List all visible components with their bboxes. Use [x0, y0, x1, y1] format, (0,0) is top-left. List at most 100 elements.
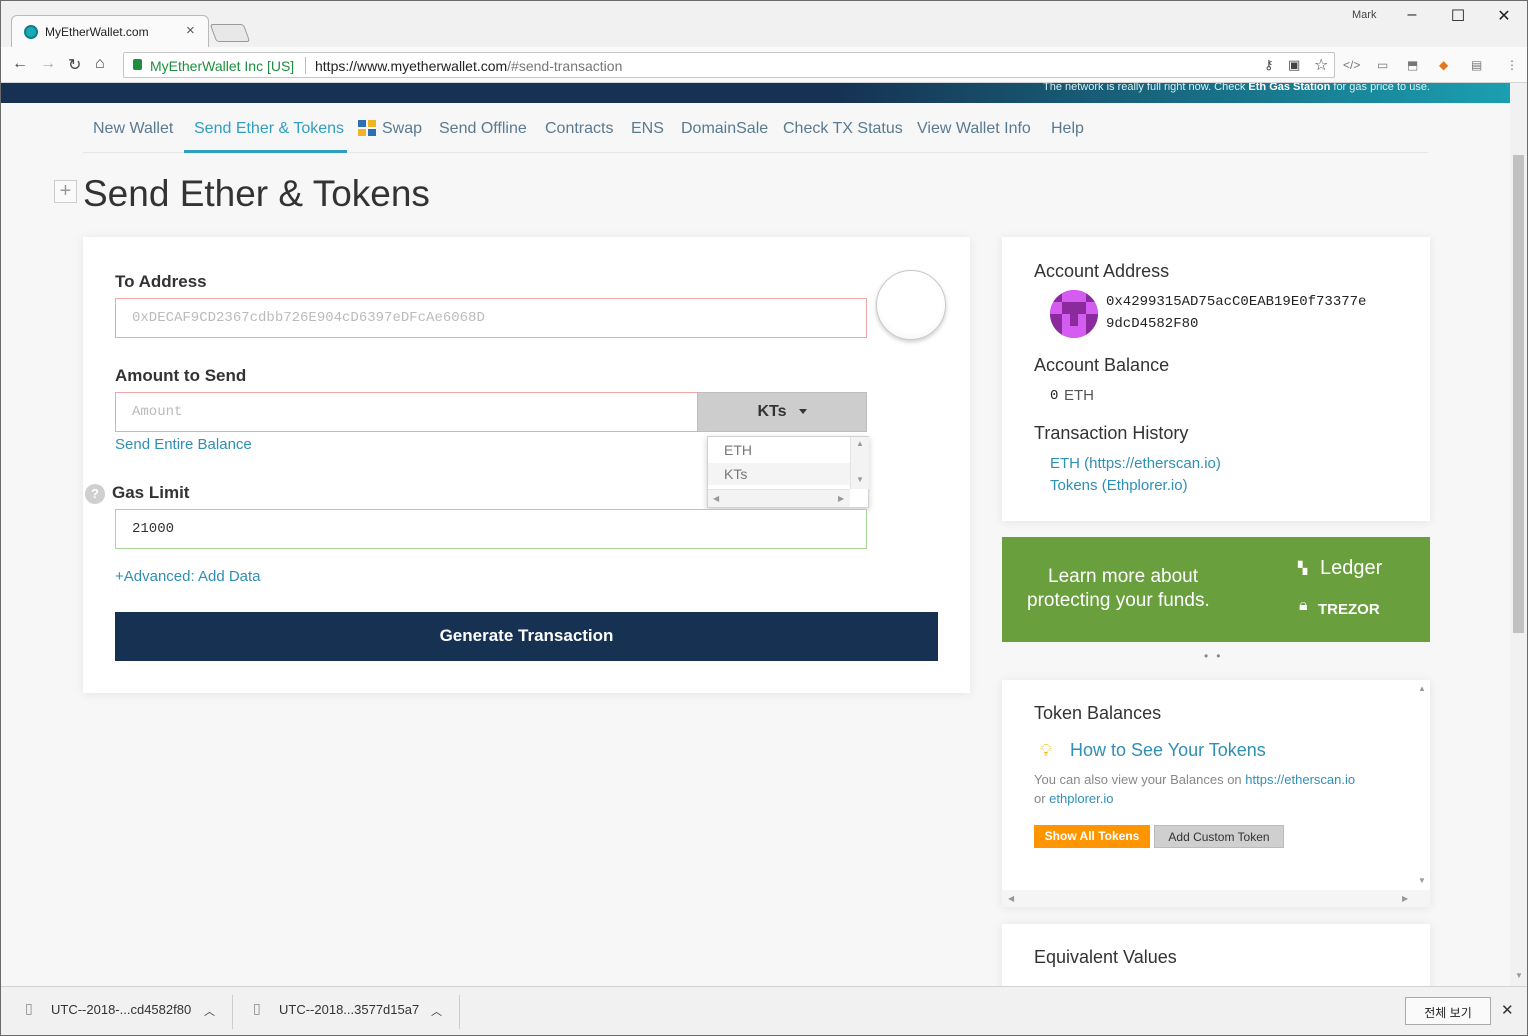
download-item-2[interactable]: UTC--2018...3577d15a7 — [279, 1002, 419, 1017]
show-all-downloads-button[interactable]: 전체 보기 — [1405, 997, 1491, 1025]
nav-check-tx-status[interactable]: Check TX Status — [783, 120, 903, 138]
forward-icon[interactable]: → — [40, 55, 56, 73]
gas-limit-label: Gas Limit — [112, 483, 190, 502]
carousel-dots[interactable]: •• — [1204, 649, 1228, 663]
amount-input[interactable]: Amount — [115, 392, 698, 432]
address-bar[interactable]: MyEtherWallet Inc [US] https://www.myeth… — [123, 52, 1335, 78]
maximize-icon[interactable]: ☐ — [1443, 6, 1473, 26]
lightbulb-icon: 💡︎ — [1040, 741, 1052, 760]
nav-new-wallet[interactable]: New Wallet — [93, 120, 173, 138]
gas-limit-input[interactable]: 21000 — [115, 509, 867, 549]
nav-send-offline[interactable]: Send Offline — [439, 120, 527, 138]
how-to-see-tokens-link[interactable]: How to See Your Tokens — [1070, 740, 1266, 761]
close-downloads-icon[interactable]: ✕ — [1501, 1001, 1514, 1019]
nav-domainsale[interactable]: DomainSale — [681, 120, 768, 138]
browser-tab[interactable]: MyEtherWallet.com × — [11, 15, 209, 47]
pdf-ext-icon[interactable]: ⬒ — [1407, 58, 1418, 72]
metamask-fox-icon[interactable]: ◆ — [1439, 58, 1448, 72]
scroll-down-icon[interactable]: ▼ — [1515, 971, 1523, 980]
page-viewport: The network is really full right now. Ch… — [1, 83, 1510, 986]
account-identicon — [1050, 290, 1098, 338]
translate-icon[interactable]: ▣ — [1288, 57, 1300, 73]
swap-icon — [358, 120, 376, 136]
scroll-right-icon[interactable]: ▶ — [838, 494, 844, 503]
dropdown-horizontal-scrollbar[interactable]: ◀ ▶ — [708, 489, 850, 507]
token-card-vscroll[interactable]: ▲ ▼ — [1414, 680, 1430, 890]
divider — [305, 57, 306, 74]
account-balance-unit: ETH — [1064, 387, 1094, 404]
close-window-icon[interactable]: ✕ — [1489, 6, 1519, 26]
devtools-ext-icon[interactable]: </> — [1343, 58, 1360, 72]
tab-close-icon[interactable]: × — [186, 22, 195, 39]
page-scrollbar[interactable]: ▼ — [1510, 83, 1527, 986]
gas-station-link[interactable]: Eth Gas Station — [1248, 83, 1330, 93]
scroll-up-icon[interactable]: ▲ — [1418, 684, 1426, 693]
browser-toolbar: ← → ↻ ⌂ MyEtherWallet Inc [US] https://w… — [1, 47, 1527, 83]
new-tab-button[interactable] — [209, 24, 251, 42]
token-option-kts[interactable]: KTs — [708, 463, 850, 485]
scroll-right-icon[interactable]: ▶ — [1402, 894, 1408, 903]
ethplorer-link[interactable]: ethplorer.io — [1049, 791, 1113, 806]
add-custom-token-button[interactable]: Add Custom Token — [1154, 825, 1284, 848]
scroll-left-icon[interactable]: ◀ — [1008, 894, 1014, 903]
transaction-history-label: Transaction History — [1034, 423, 1189, 443]
mew-favicon-icon — [24, 25, 38, 39]
token-info-text-2: or ethplorer.io — [1034, 791, 1114, 806]
help-question-icon[interactable]: ? — [85, 484, 105, 504]
hardware-wallet-promo[interactable]: Learn more about protecting your funds. … — [1002, 537, 1430, 642]
menu-icon[interactable]: ⋮ — [1506, 58, 1518, 72]
to-address-input[interactable]: 0xDECAF9CD2367cdbb726E904cD6397eDFcAe606… — [115, 298, 867, 338]
page-scrollbar-thumb[interactable] — [1513, 155, 1524, 633]
send-entire-balance-link[interactable]: Send Entire Balance — [115, 436, 252, 453]
chevron-up-icon[interactable]: ︿ — [204, 1003, 215, 1019]
ledger-wordmark: Ledger — [1320, 557, 1383, 579]
equivalent-values-card: Equivalent Values — [1002, 924, 1430, 986]
nav-ens[interactable]: ENS — [631, 120, 664, 138]
dropdown-vertical-scrollbar[interactable]: ▲ ▼ — [850, 437, 869, 489]
reload-icon[interactable]: ↻ — [68, 55, 81, 75]
ext-icon[interactable]: ▭ — [1377, 58, 1388, 72]
token-select-button[interactable]: KTs — [697, 392, 867, 432]
scroll-up-icon[interactable]: ▲ — [856, 439, 864, 448]
bookmark-star-icon[interactable]: ☆ — [1314, 55, 1328, 75]
nav-help[interactable]: Help — [1051, 120, 1084, 138]
caret-down-icon — [798, 409, 807, 415]
divider — [459, 995, 460, 1029]
banner-text: The network is really full right now. Ch… — [1043, 83, 1430, 93]
tab-title: MyEtherWallet.com — [45, 25, 149, 39]
scroll-left-icon[interactable]: ◀ — [713, 494, 719, 503]
scroll-down-icon[interactable]: ▼ — [1418, 876, 1426, 885]
chevron-up-icon[interactable]: ︿ — [431, 1003, 442, 1019]
scroll-down-icon[interactable]: ▼ — [856, 475, 864, 484]
token-balances-title: Token Balances — [1034, 703, 1162, 723]
nav-swap[interactable]: Swap — [382, 120, 422, 138]
nav-contracts[interactable]: Contracts — [545, 120, 613, 138]
advanced-add-data-link[interactable]: +Advanced: Add Data — [115, 568, 261, 585]
url-path: /#send-transaction — [507, 58, 623, 74]
fx-ext-icon[interactable]: ▤ — [1471, 58, 1482, 72]
token-option-eth[interactable]: ETH — [708, 439, 850, 461]
generate-transaction-button[interactable]: Generate Transaction — [115, 612, 938, 661]
url-text[interactable]: https://www.myetherwallet.com/#send-tran… — [315, 58, 622, 74]
profile-name[interactable]: Mark — [1352, 9, 1376, 21]
history-tokens-link[interactable]: Tokens (Ethplorer.io) — [1050, 477, 1188, 494]
site-identity[interactable]: MyEtherWallet Inc [US] — [150, 58, 294, 74]
back-icon[interactable]: ← — [12, 55, 28, 73]
key-icon[interactable]: ⚷ — [1264, 57, 1274, 73]
show-all-tokens-button[interactable]: Show All Tokens — [1034, 825, 1150, 848]
trezor-lock-icon: 🔒︎ — [1299, 597, 1308, 614]
token-card-hscroll[interactable]: ◀ ▶ — [1002, 890, 1430, 907]
nav-send-ether-tokens[interactable]: Send Ether & Tokens — [194, 120, 344, 138]
title-bar: MyEtherWallet.com × Mark – ☐ ✕ — [1, 1, 1527, 47]
etherscan-link[interactable]: https://etherscan.io — [1245, 772, 1355, 787]
equivalent-values-title: Equivalent Values — [1034, 947, 1177, 967]
account-address-label: Account Address — [1034, 261, 1170, 281]
file-icon: ▯ — [253, 1000, 261, 1016]
nav-view-wallet-info[interactable]: View Wallet Info — [917, 120, 1031, 138]
history-eth-link[interactable]: ETH (https://etherscan.io) — [1050, 455, 1221, 472]
download-item-1[interactable]: UTC--2018-...cd4582f80 — [51, 1002, 191, 1017]
expand-plus-icon[interactable]: + — [54, 180, 77, 203]
page-title: Send Ether & Tokens — [83, 173, 430, 214]
home-icon[interactable]: ⌂ — [95, 55, 105, 73]
minimize-icon[interactable]: – — [1397, 6, 1427, 24]
